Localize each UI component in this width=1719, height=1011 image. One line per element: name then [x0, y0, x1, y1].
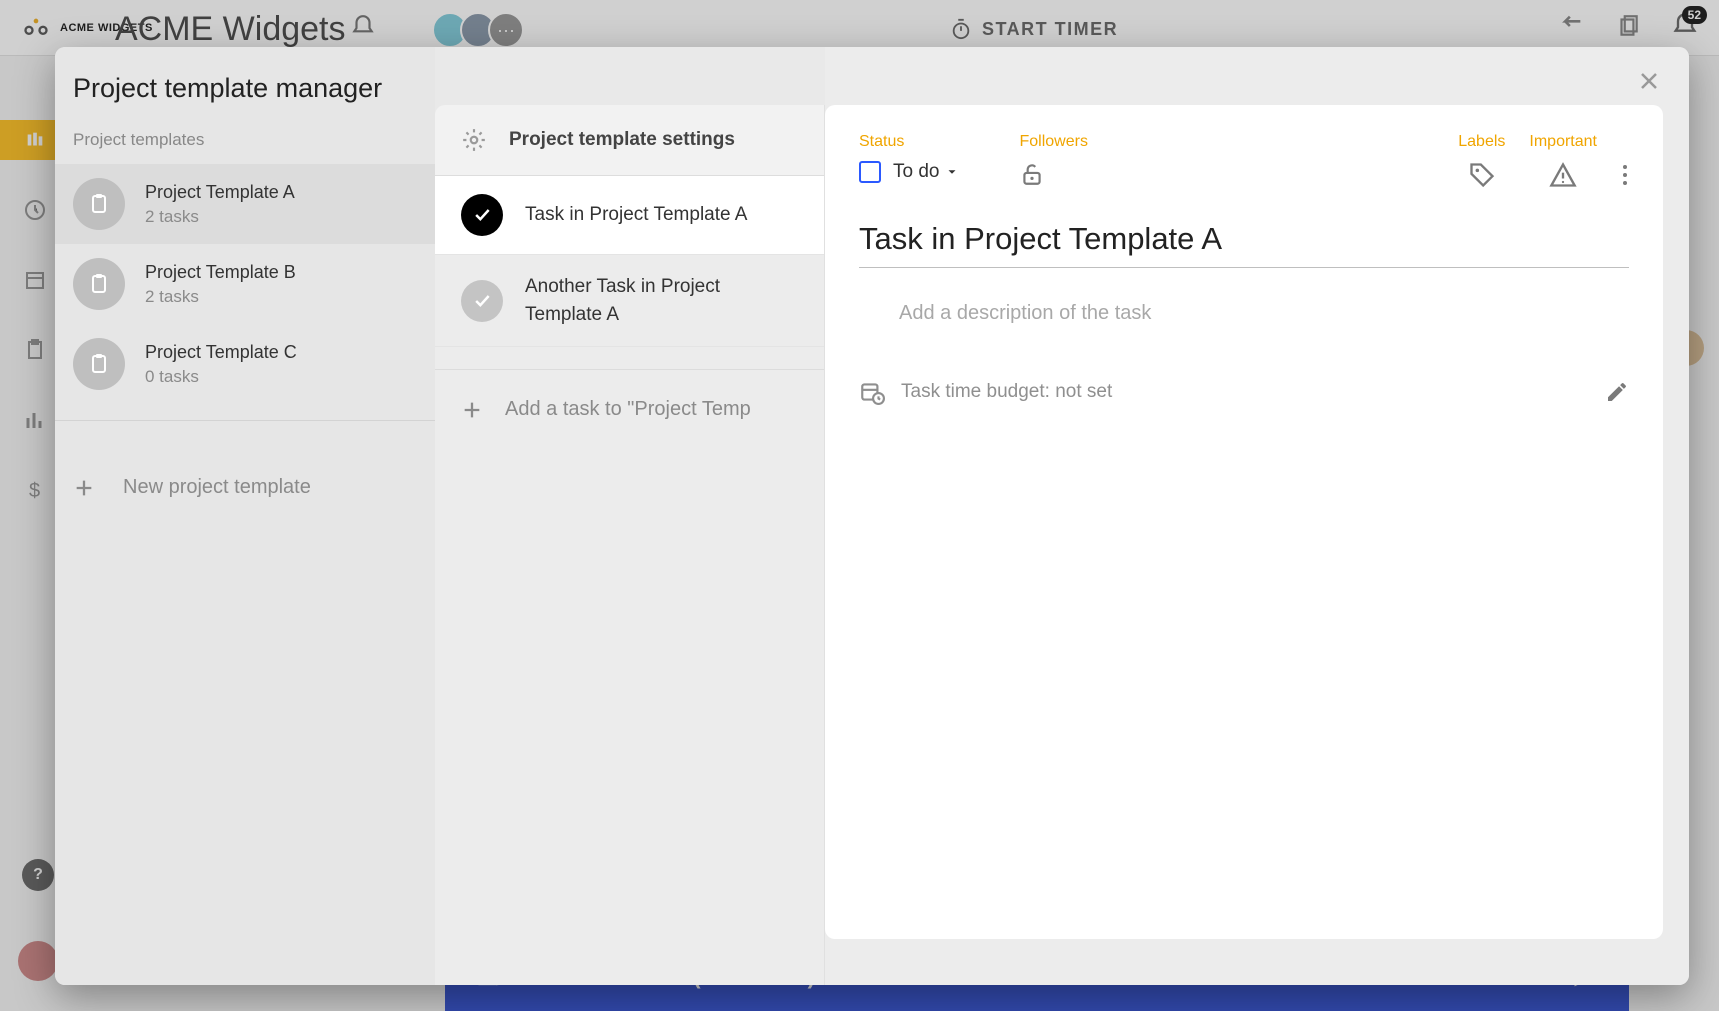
- task-detail-card: Status To do Followers Labels: [825, 105, 1663, 939]
- template-settings-row[interactable]: Project template settings: [435, 105, 824, 176]
- clipboard-icon: [73, 178, 125, 230]
- template-task-row[interactable]: Task in Project Template A: [435, 176, 824, 255]
- template-task-row[interactable]: Another Task in Project Template A: [435, 255, 824, 347]
- plus-icon: [461, 399, 483, 421]
- template-task-label: Task in Project Template A: [525, 201, 747, 229]
- followers-label: Followers: [1019, 133, 1087, 151]
- important-label: Important: [1529, 133, 1597, 151]
- more-menu-icon[interactable]: [1621, 163, 1629, 187]
- chevron-down-icon: [945, 165, 959, 179]
- template-manager-modal: Project template manager Project templat…: [55, 47, 1689, 985]
- close-icon[interactable]: [1637, 69, 1661, 93]
- warning-icon[interactable]: [1549, 161, 1577, 189]
- time-budget-text: Task time budget: not set: [901, 381, 1112, 403]
- template-task-label: Another Task in Project Template A: [525, 273, 798, 328]
- template-name: Project Template C: [145, 342, 297, 363]
- calendar-clock-icon: [859, 379, 885, 405]
- task-description-input[interactable]: Add a description of the task: [899, 302, 1629, 325]
- template-sub: 2 tasks: [145, 207, 295, 227]
- labels-label: Labels: [1458, 133, 1505, 151]
- status-label: Status: [859, 133, 904, 151]
- add-template-task-button[interactable]: Add a task to "Project Temp: [435, 369, 824, 449]
- template-name: Project Template B: [145, 262, 296, 283]
- new-template-button[interactable]: New project template: [55, 445, 435, 529]
- modal-title: Project template manager: [55, 47, 435, 130]
- clipboard-icon: [73, 338, 125, 390]
- status-selector[interactable]: To do: [859, 161, 959, 183]
- check-circle-icon: [461, 194, 503, 236]
- template-item[interactable]: Project Template A 2 tasks: [55, 164, 435, 244]
- template-name: Project Template A: [145, 182, 295, 203]
- status-checkbox-icon: [859, 161, 881, 183]
- templates-header: Project templates: [55, 130, 435, 164]
- edit-icon[interactable]: [1605, 380, 1629, 404]
- template-item[interactable]: Project Template B 2 tasks: [55, 244, 435, 324]
- template-sub: 0 tasks: [145, 367, 297, 387]
- task-title-input[interactable]: [859, 215, 1629, 268]
- plus-icon: [73, 477, 95, 499]
- template-item[interactable]: Project Template C 0 tasks: [55, 324, 435, 404]
- template-sub: 2 tasks: [145, 287, 296, 307]
- tag-icon[interactable]: [1468, 161, 1496, 189]
- unlock-icon[interactable]: [1019, 161, 1045, 187]
- clipboard-icon: [73, 258, 125, 310]
- gear-icon: [461, 127, 487, 153]
- check-circle-icon: [461, 280, 503, 322]
